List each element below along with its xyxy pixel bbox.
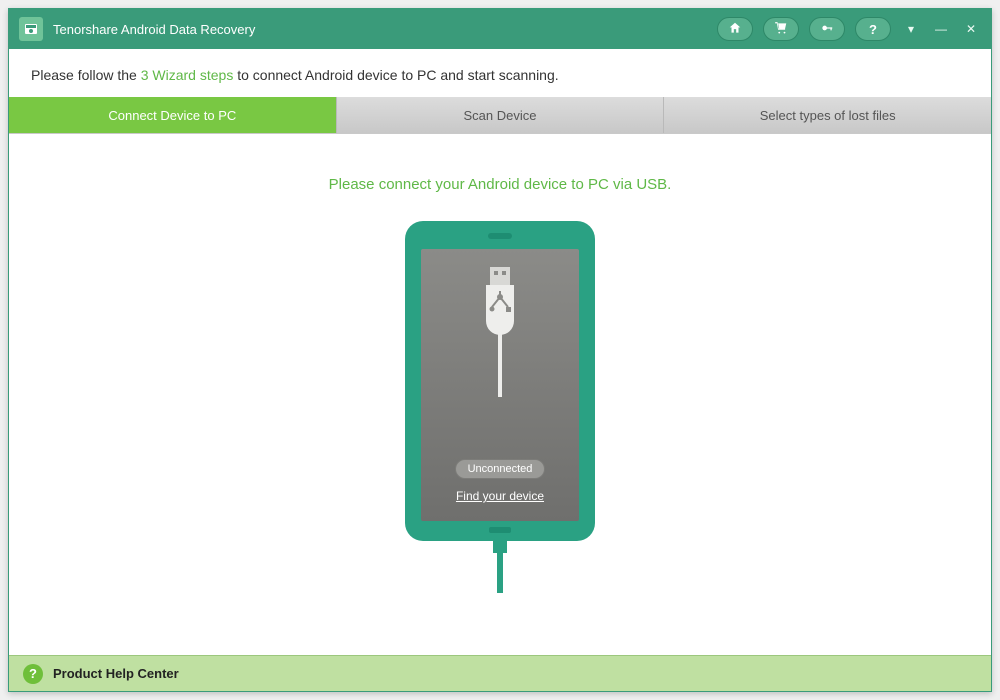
home-button[interactable]: [717, 17, 753, 41]
phone-body: Unconnected Find your device: [405, 221, 595, 541]
tab-label: Scan Device: [464, 108, 537, 123]
usb-icon: [472, 267, 528, 397]
close-button[interactable]: ✕: [961, 19, 981, 39]
instruction-highlight: 3 Wizard steps: [141, 67, 234, 83]
instruction-prefix: Please follow the: [31, 67, 141, 83]
instruction-text: Please follow the 3 Wizard steps to conn…: [9, 49, 991, 97]
wizard-tabs: Connect Device to PC Scan Device Select …: [9, 97, 991, 134]
tab-scan-device[interactable]: Scan Device: [336, 97, 664, 133]
tab-select-types[interactable]: Select types of lost files: [663, 97, 991, 133]
dropdown-button[interactable]: ▾: [901, 19, 921, 39]
app-logo-icon: [19, 17, 43, 41]
phone-screen: Unconnected Find your device: [421, 249, 579, 521]
cart-button[interactable]: [763, 17, 799, 41]
help-center-link[interactable]: Product Help Center: [53, 666, 179, 681]
question-icon: ?: [869, 22, 877, 37]
tab-label: Connect Device to PC: [108, 108, 236, 123]
titlebar: Tenorshare Android Data Recovery ? ▾ — ✕: [9, 9, 991, 49]
phone-illustration: Unconnected Find your device: [405, 221, 595, 581]
home-icon: [728, 21, 742, 38]
usb-cable-icon: [493, 539, 507, 587]
main-panel: Please connect your Android device to PC…: [9, 134, 991, 655]
help-button[interactable]: ?: [855, 17, 891, 41]
tab-label: Select types of lost files: [760, 108, 896, 123]
minimize-button[interactable]: —: [931, 19, 951, 39]
app-title: Tenorshare Android Data Recovery: [53, 22, 255, 37]
connection-status-badge: Unconnected: [455, 459, 546, 479]
footer-bar: ? Product Help Center: [9, 655, 991, 691]
connect-message: Please connect your Android device to PC…: [329, 176, 672, 193]
instruction-suffix: to connect Android device to PC and star…: [233, 67, 558, 83]
help-center-icon: ?: [23, 664, 43, 684]
minimize-icon: —: [935, 22, 947, 36]
chevron-down-icon: ▾: [908, 22, 914, 36]
key-icon: [820, 21, 834, 38]
cart-icon: [774, 21, 788, 38]
key-button[interactable]: [809, 17, 845, 41]
app-window: Tenorshare Android Data Recovery ? ▾ — ✕…: [8, 8, 992, 692]
find-device-link[interactable]: Find your device: [456, 489, 544, 503]
close-icon: ✕: [966, 22, 976, 36]
tab-connect-device[interactable]: Connect Device to PC: [9, 97, 336, 133]
